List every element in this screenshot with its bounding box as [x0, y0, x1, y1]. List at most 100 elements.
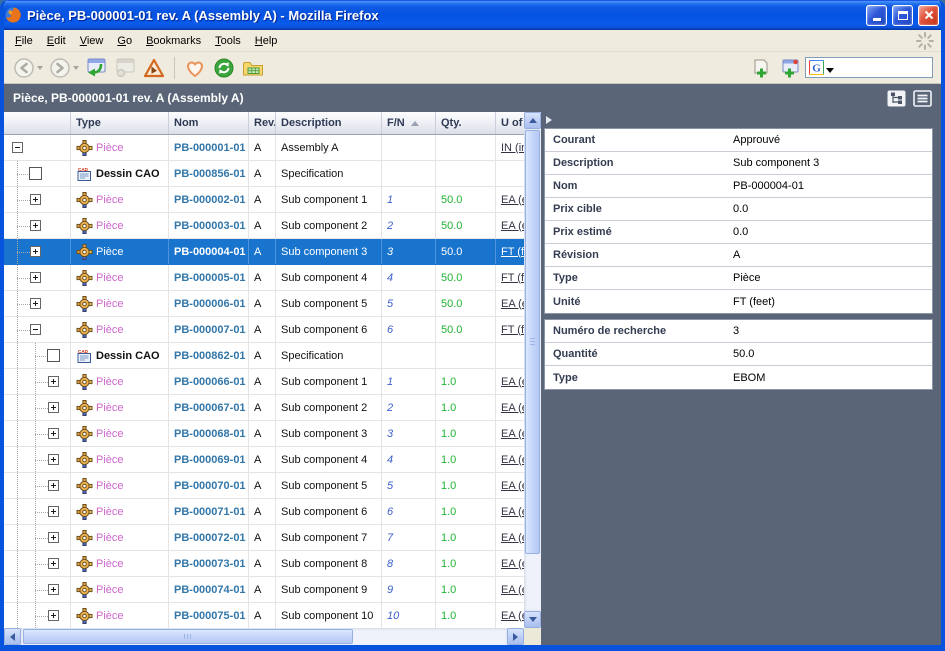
search-engine-dropdown-icon[interactable]: [826, 68, 834, 73]
back-dropdown-icon[interactable]: [37, 66, 43, 70]
vertical-scrollbar[interactable]: [524, 112, 541, 628]
uom-link[interactable]: EA (each): [501, 480, 524, 492]
add-window-button[interactable]: [776, 54, 804, 82]
table-row[interactable]: CADDessin CAO PB-000862-01 A Specificati…: [4, 343, 524, 369]
add-page-button[interactable]: [747, 54, 775, 82]
table-row[interactable]: Pièce PB-000006-01 A Sub component 5 5 5…: [4, 291, 524, 317]
minimize-button[interactable]: [866, 5, 887, 26]
item-number-link[interactable]: PB-000007-01: [174, 324, 246, 336]
item-number-link[interactable]: PB-000075-01: [174, 610, 246, 622]
structure-view-icon[interactable]: [887, 90, 906, 107]
forward-button[interactable]: [46, 54, 81, 82]
row-checkbox[interactable]: [47, 349, 60, 362]
tree-collapse-icon[interactable]: [30, 324, 41, 335]
item-number-link[interactable]: PB-000003-01: [174, 220, 246, 232]
column-header-rev-[interactable]: Rev.: [249, 112, 276, 134]
item-number-link[interactable]: PB-000067-01: [174, 402, 246, 414]
table-row[interactable]: Pièce PB-000069-01 A Sub component 4 4 1…: [4, 447, 524, 473]
maximize-button[interactable]: [892, 5, 913, 26]
sync-button[interactable]: [210, 54, 238, 82]
item-number-link[interactable]: PB-000066-01: [174, 376, 246, 388]
search-input[interactable]: [836, 62, 929, 74]
tree-expand-icon[interactable]: [30, 298, 41, 309]
tree-expand-icon[interactable]: [48, 376, 59, 387]
scroll-left-button[interactable]: [4, 628, 21, 645]
tree-expand-icon[interactable]: [48, 454, 59, 465]
item-number-link[interactable]: PB-000004-01: [174, 246, 246, 258]
horizontal-scroll-track[interactable]: [21, 628, 507, 645]
uom-link[interactable]: EA (each): [501, 428, 524, 440]
google-engine-icon[interactable]: G: [809, 60, 824, 75]
horizontal-scrollbar[interactable]: [4, 628, 541, 645]
tree-expand-icon[interactable]: [48, 532, 59, 543]
uom-link[interactable]: EA (each): [501, 454, 524, 466]
column-header-nom[interactable]: Nom: [169, 112, 249, 134]
item-number-link[interactable]: PB-000862-01: [174, 350, 246, 362]
tree-expand-icon[interactable]: [30, 194, 41, 205]
menu-tools[interactable]: Tools: [208, 32, 248, 50]
scroll-up-button[interactable]: [524, 112, 541, 129]
column-header-u-of-m[interactable]: U of M: [496, 112, 524, 134]
menu-bookmarks[interactable]: Bookmarks: [139, 32, 208, 50]
uom-link[interactable]: EA (each): [501, 220, 524, 232]
tree-expand-icon[interactable]: [48, 610, 59, 621]
vertical-scroll-track[interactable]: [524, 129, 541, 611]
scroll-down-button[interactable]: [524, 611, 541, 628]
uom-link[interactable]: EA (each): [501, 584, 524, 596]
item-number-link[interactable]: PB-000069-01: [174, 454, 246, 466]
column-header-description[interactable]: Description: [276, 112, 382, 134]
scroll-right-button[interactable]: [507, 628, 524, 645]
uom-link[interactable]: EA (each): [501, 558, 524, 570]
menu-view[interactable]: View: [73, 32, 111, 50]
tree-expand-icon[interactable]: [48, 428, 59, 439]
tree-expand-icon[interactable]: [48, 402, 59, 413]
open-folder-button[interactable]: [239, 54, 267, 82]
menu-go[interactable]: Go: [110, 32, 139, 50]
tree-expand-icon[interactable]: [30, 272, 41, 283]
table-row[interactable]: Pièce PB-000075-01 A Sub component 10 10…: [4, 603, 524, 628]
item-number-link[interactable]: PB-000072-01: [174, 532, 246, 544]
uom-link[interactable]: EA (each): [501, 376, 524, 388]
item-number-link[interactable]: PB-000073-01: [174, 558, 246, 570]
item-number-link[interactable]: PB-000070-01: [174, 480, 246, 492]
column-header-qty-[interactable]: Qty.: [436, 112, 496, 134]
reload-button[interactable]: [82, 54, 110, 82]
table-row[interactable]: Pièce PB-000070-01 A Sub component 5 5 1…: [4, 473, 524, 499]
item-number-link[interactable]: PB-000006-01: [174, 298, 246, 310]
table-row[interactable]: Pièce PB-000001-01 A Assembly A IN (inch…: [4, 135, 524, 161]
tree-expand-icon[interactable]: [48, 480, 59, 491]
item-number-link[interactable]: PB-000074-01: [174, 584, 246, 596]
search-box[interactable]: G: [805, 57, 933, 78]
table-row[interactable]: Pièce PB-000074-01 A Sub component 9 9 1…: [4, 577, 524, 603]
item-number-link[interactable]: PB-000071-01: [174, 506, 246, 518]
uom-link[interactable]: IN (inch): [501, 142, 524, 154]
close-button[interactable]: [918, 5, 939, 26]
tree-collapse-icon[interactable]: [12, 142, 23, 153]
table-row[interactable]: Pièce PB-000005-01 A Sub component 4 4 5…: [4, 265, 524, 291]
uom-link[interactable]: EA (each): [501, 402, 524, 414]
column-header-f-n[interactable]: F/N: [382, 112, 436, 134]
uom-link[interactable]: FT (feet): [501, 246, 524, 258]
uom-link[interactable]: EA (each): [501, 532, 524, 544]
table-row[interactable]: Pièce PB-000071-01 A Sub component 6 6 1…: [4, 499, 524, 525]
table-row[interactable]: Pièce PB-000073-01 A Sub component 8 8 1…: [4, 551, 524, 577]
horizontal-scroll-thumb[interactable]: [23, 629, 353, 644]
menu-edit[interactable]: Edit: [40, 32, 73, 50]
tree-expand-icon[interactable]: [30, 246, 41, 257]
item-number-link[interactable]: PB-000068-01: [174, 428, 246, 440]
table-row-selected[interactable]: Pièce PB-000004-01 A Sub component 3 3 5…: [4, 239, 524, 265]
menu-file[interactable]: File: [8, 32, 40, 50]
uom-link[interactable]: FT (feet): [501, 324, 524, 336]
uom-link[interactable]: EA (each): [501, 610, 524, 622]
panel-collapse-handle[interactable]: [544, 112, 933, 128]
table-row[interactable]: Pièce PB-000067-01 A Sub component 2 2 1…: [4, 395, 524, 421]
table-row[interactable]: Pièce PB-000007-01 A Sub component 6 6 5…: [4, 317, 524, 343]
item-number-link[interactable]: PB-000002-01: [174, 194, 246, 206]
bookmark-heart-button[interactable]: [181, 54, 209, 82]
item-number-link[interactable]: PB-000856-01: [174, 168, 246, 180]
tree-expand-icon[interactable]: [48, 584, 59, 595]
table-row[interactable]: Pièce PB-000002-01 A Sub component 1 1 5…: [4, 187, 524, 213]
item-number-link[interactable]: PB-000005-01: [174, 272, 246, 284]
vertical-scroll-thumb[interactable]: [525, 130, 540, 554]
column-header-type[interactable]: Type: [71, 112, 169, 134]
